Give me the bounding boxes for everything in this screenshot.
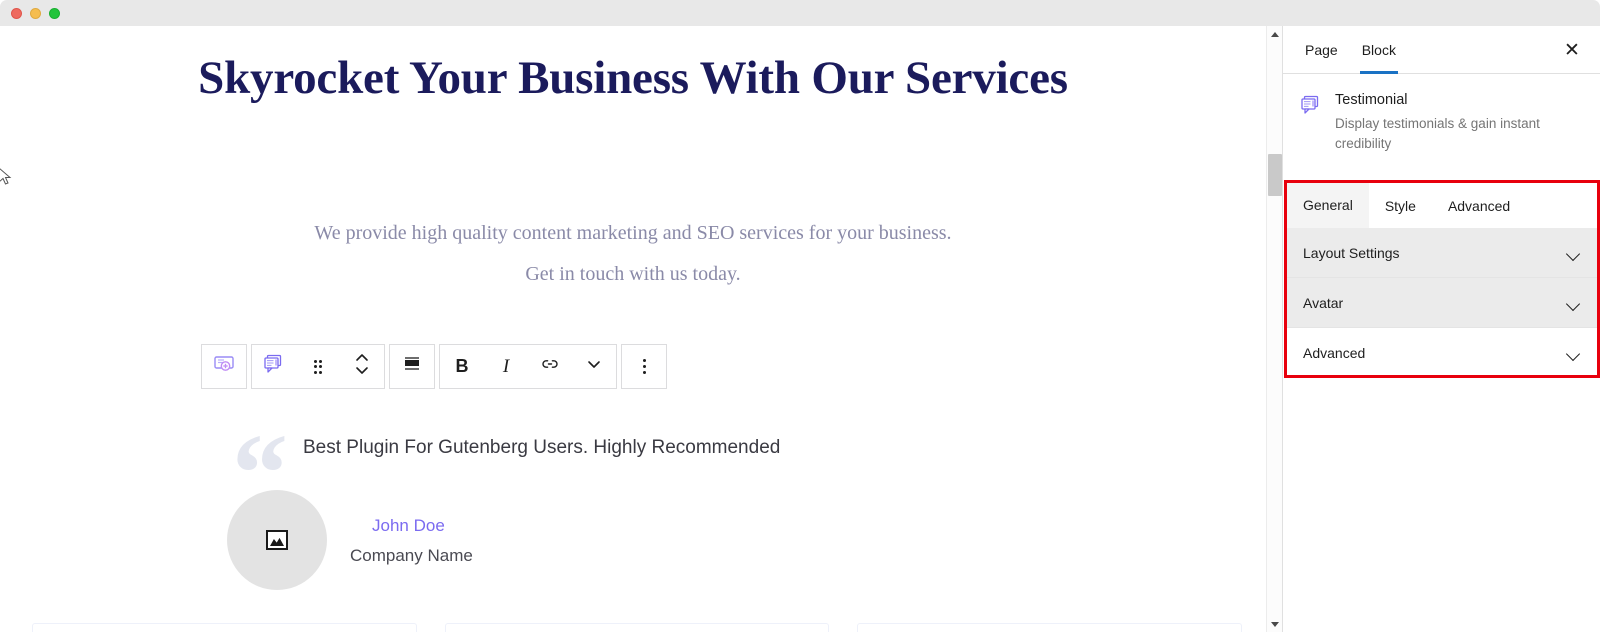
card-placeholder bbox=[857, 623, 1243, 632]
testimonial-company-name[interactable]: Company Name bbox=[350, 546, 473, 566]
tab-style[interactable]: Style bbox=[1368, 183, 1432, 228]
toolbar-group-options bbox=[621, 344, 667, 389]
link-icon bbox=[538, 352, 562, 381]
page-subtitle-line-1[interactable]: We provide high quality content marketin… bbox=[0, 222, 1266, 245]
accordion-label: Advanced bbox=[1303, 345, 1366, 361]
block-type-button[interactable] bbox=[252, 345, 296, 388]
testimonial-add-icon bbox=[212, 352, 236, 381]
testimonial-author-name[interactable]: John Doe bbox=[372, 516, 445, 536]
below-fold-cards bbox=[32, 623, 1243, 632]
chevron-down-icon bbox=[1567, 349, 1581, 357]
image-placeholder-icon bbox=[266, 530, 288, 550]
mouse-cursor bbox=[0, 168, 12, 185]
toolbar-group-block bbox=[251, 344, 385, 389]
italic-button[interactable]: I bbox=[484, 345, 528, 388]
bold-icon: B bbox=[455, 356, 469, 376]
tab-block[interactable]: Block bbox=[1350, 26, 1408, 74]
align-icon bbox=[400, 352, 424, 381]
window-titlebar bbox=[0, 0, 1600, 26]
three-dots-vertical-icon bbox=[642, 359, 646, 374]
page-subtitle-line-2[interactable]: Get in touch with us today. bbox=[0, 263, 1266, 286]
testimonial-icon bbox=[262, 352, 286, 381]
add-block-button[interactable] bbox=[202, 345, 246, 388]
accordion-layout-settings[interactable]: Layout Settings bbox=[1287, 228, 1597, 278]
minimize-window-button[interactable] bbox=[30, 8, 41, 19]
testimonial-icon bbox=[1299, 93, 1323, 117]
accordion-label: Avatar bbox=[1303, 294, 1344, 311]
block-title: Testimonial bbox=[1335, 92, 1408, 108]
testimonial-quote-text[interactable]: Best Plugin For Gutenberg Users. Highly … bbox=[303, 437, 780, 459]
tab-general[interactable]: General bbox=[1287, 183, 1369, 228]
accordion-label: Layout Settings bbox=[1303, 244, 1400, 261]
sidebar-tabs: Page Block ✕ bbox=[1283, 26, 1600, 74]
chevron-down-icon bbox=[1567, 249, 1581, 257]
chevron-down-icon bbox=[584, 354, 604, 379]
card-placeholder bbox=[444, 623, 830, 632]
page-title[interactable]: Skyrocket Your Business With Our Service… bbox=[0, 44, 1266, 112]
link-button[interactable] bbox=[528, 345, 572, 388]
toolbar-group-format: B I bbox=[439, 344, 617, 389]
drag-handle[interactable] bbox=[296, 345, 340, 388]
toolbar-group-add bbox=[201, 344, 247, 389]
app-window: Skyrocket Your Business With Our Service… bbox=[0, 0, 1600, 632]
avatar[interactable] bbox=[227, 490, 327, 590]
scroll-down-arrow[interactable] bbox=[1267, 616, 1283, 632]
scroll-up-arrow[interactable] bbox=[1267, 26, 1283, 42]
block-info: Testimonial Display testimonials & gain … bbox=[1283, 74, 1600, 163]
align-button[interactable] bbox=[390, 345, 434, 388]
scroll-thumb[interactable] bbox=[1268, 154, 1282, 196]
more-formatting-button[interactable] bbox=[572, 345, 616, 388]
card-placeholder bbox=[32, 623, 417, 632]
move-block-updown-button[interactable] bbox=[340, 345, 384, 388]
tab-advanced[interactable]: Advanced bbox=[1431, 183, 1527, 228]
close-window-button[interactable] bbox=[11, 8, 22, 19]
settings-accordion: Layout Settings Avatar Advanced bbox=[1287, 228, 1597, 378]
editor-canvas[interactable]: Skyrocket Your Business With Our Service… bbox=[0, 26, 1266, 632]
italic-icon: I bbox=[502, 355, 510, 377]
toolbar-group-align bbox=[389, 344, 435, 389]
panel-tabs: General Style Advanced bbox=[1287, 183, 1597, 228]
bold-button[interactable]: B bbox=[440, 345, 484, 388]
chevron-down-icon bbox=[1567, 299, 1581, 307]
settings-sidebar: Page Block ✕ Testimonial Display testimo… bbox=[1282, 26, 1600, 632]
canvas-scrollbar[interactable] bbox=[1266, 26, 1282, 632]
drag-dots-icon bbox=[313, 359, 323, 374]
block-options-button[interactable] bbox=[622, 345, 666, 388]
block-description: Display testimonials & gain instant cred… bbox=[1335, 116, 1540, 151]
chevron-updown-icon bbox=[353, 350, 371, 383]
window-controls bbox=[11, 8, 60, 19]
tab-page[interactable]: Page bbox=[1293, 26, 1350, 74]
maximize-window-button[interactable] bbox=[49, 8, 60, 19]
accordion-avatar[interactable]: Avatar bbox=[1287, 278, 1597, 328]
accordion-advanced[interactable]: Advanced bbox=[1287, 328, 1597, 378]
block-toolbar[interactable]: B I bbox=[201, 344, 667, 389]
close-sidebar-button[interactable]: ✕ bbox=[1560, 38, 1584, 62]
